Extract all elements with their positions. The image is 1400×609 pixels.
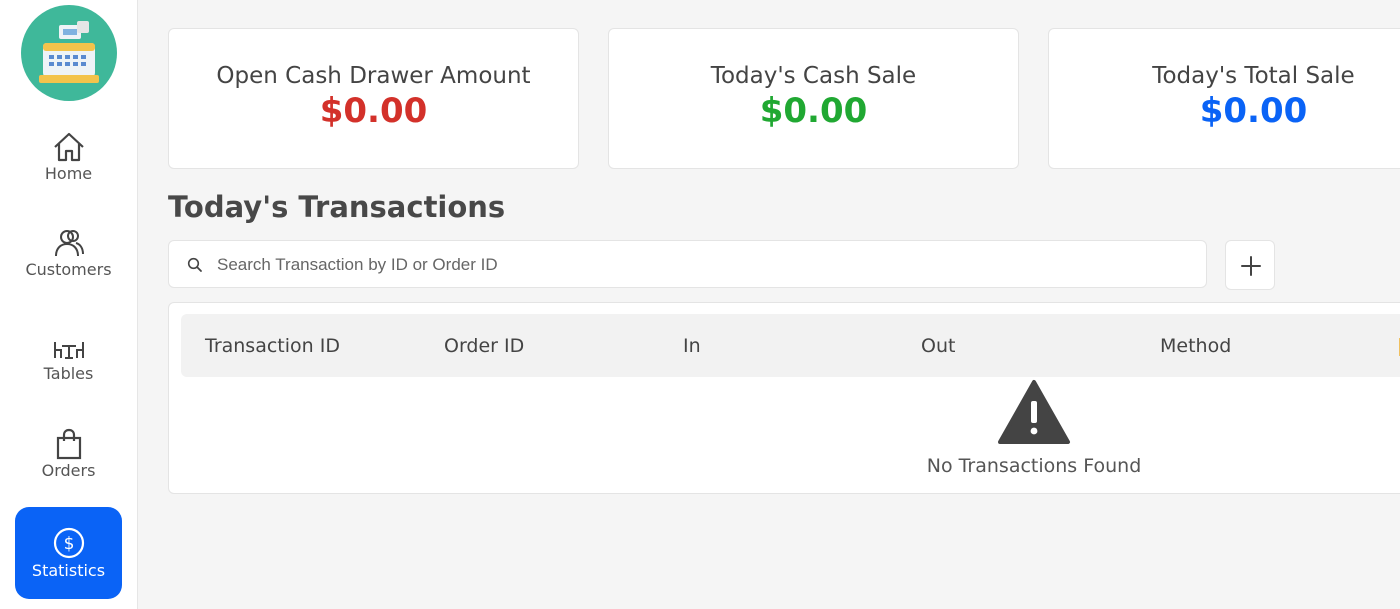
svg-text:$: $ [63, 534, 74, 554]
tables-icon [53, 342, 84, 359]
cash-register-icon [39, 21, 99, 83]
sidebar-item-orders[interactable]: Orders [0, 427, 137, 480]
sidebar-item-label: Statistics [31, 561, 106, 580]
cash-register-logo [21, 5, 117, 101]
search-bar [168, 240, 1207, 288]
card-title: Today's Cash Sale [710, 63, 917, 89]
card-title: Open Cash Drawer Amount [216, 63, 531, 89]
empty-state: No Transactions Found [869, 379, 1199, 477]
cash-drawer-card: Open Cash Drawer Amount $0.00 [168, 28, 579, 169]
sidebar-item-tables[interactable]: Tables [0, 330, 137, 383]
home-icon [53, 132, 84, 162]
search-input[interactable] [215, 249, 1179, 281]
add-transaction-button[interactable] [1225, 240, 1275, 290]
warning-icon [998, 380, 1070, 444]
column-header-transaction-id: Transaction ID [205, 335, 340, 357]
cash-sale-card: Today's Cash Sale $0.00 [608, 28, 1019, 169]
sidebar: Home Customers Tables Orders $ Statistic… [0, 0, 138, 609]
plus-icon [1241, 256, 1261, 276]
transactions-table: Transaction ID Order ID In Out Method No… [168, 302, 1400, 494]
total-sale-card: Today's Total Sale $0.00 [1048, 28, 1400, 169]
column-header-in: In [683, 335, 701, 357]
column-header-order-id: Order ID [444, 335, 525, 357]
sidebar-item-label: Orders [41, 461, 96, 480]
sidebar-item-home[interactable]: Home [0, 130, 137, 183]
bag-icon [56, 428, 81, 460]
column-header-out: Out [921, 335, 956, 357]
card-value: $0.00 [319, 91, 428, 131]
sidebar-item-label: Customers [25, 260, 112, 279]
column-header-method: Method [1160, 335, 1232, 357]
card-value: $0.00 [759, 91, 868, 131]
dollar-circle-icon: $ [53, 527, 84, 559]
sidebar-item-label: Home [44, 164, 93, 183]
customers-icon [54, 230, 84, 257]
sidebar-item-customers[interactable]: Customers [0, 226, 137, 279]
sidebar-item-statistics[interactable]: $ Statistics [15, 507, 122, 599]
card-value: $0.00 [1199, 91, 1308, 131]
search-icon [187, 257, 202, 272]
card-title: Today's Total Sale [1152, 63, 1355, 89]
page-title: Today's Transactions [168, 190, 506, 224]
empty-message: No Transactions Found [926, 455, 1142, 477]
table-header: Transaction ID Order ID In Out Method [181, 314, 1400, 377]
sidebar-item-label: Tables [43, 364, 94, 383]
app-root: Home Customers Tables Orders $ Statistic… [0, 0, 1400, 609]
